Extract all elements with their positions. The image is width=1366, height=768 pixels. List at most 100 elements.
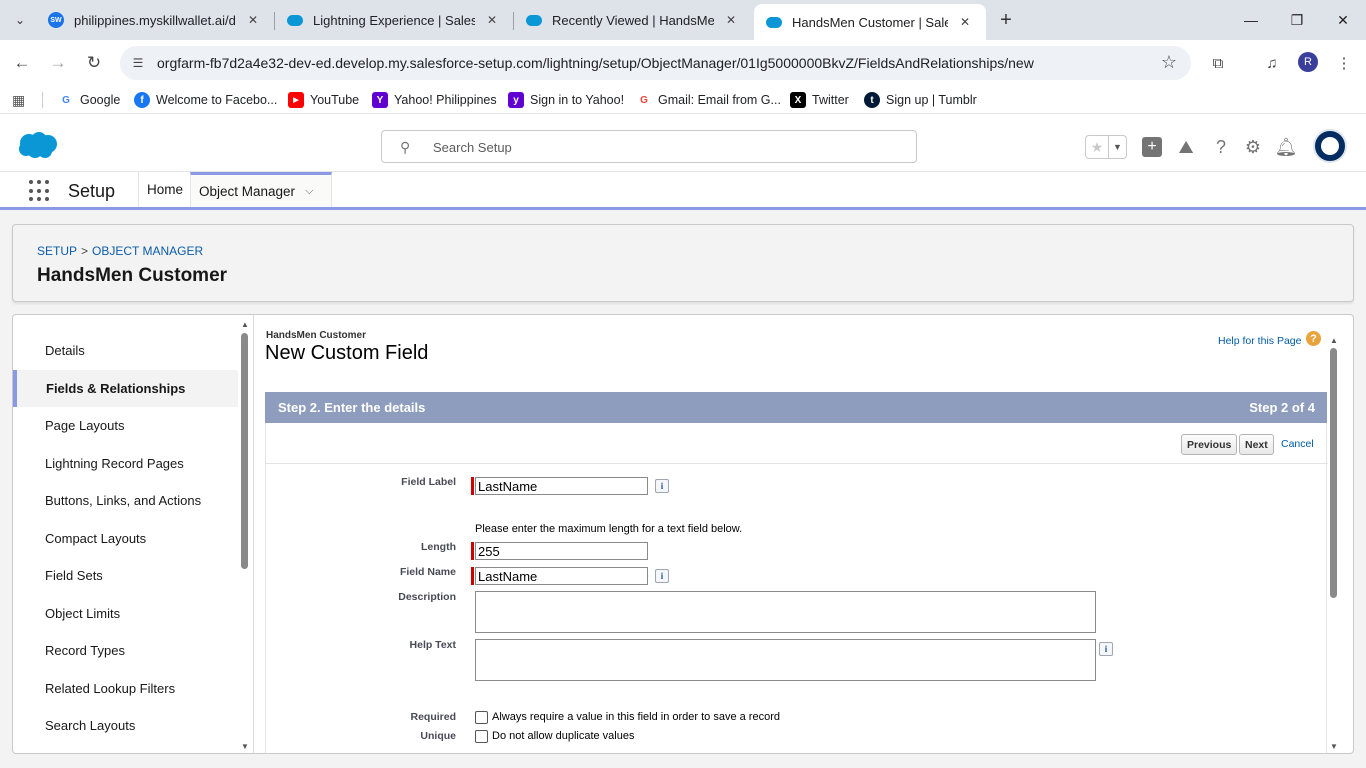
page-title: New Custom Field	[265, 342, 429, 364]
bookmark-facebook[interactable]: f Welcome to Facebo...	[134, 90, 277, 110]
favorites-dropdown-icon[interactable]: ▼	[1108, 136, 1126, 158]
restore-icon[interactable]: ❐	[1274, 0, 1320, 40]
nav-tab-object-manager[interactable]: Object Manager ⌵	[190, 172, 332, 207]
scroll-up-icon[interactable]: ▲	[239, 319, 251, 329]
window-close-icon[interactable]: ✕	[1320, 0, 1366, 40]
sidebar-item-search-layouts[interactable]: Search Layouts	[13, 707, 238, 744]
sidebar-item-related-lookup-filters[interactable]: Related Lookup Filters	[13, 670, 238, 707]
sidebar-item-lightning-record-pages[interactable]: Lightning Record Pages	[13, 445, 238, 482]
back-icon[interactable]: ←	[7, 48, 37, 78]
sidebar-item-buttons-links-actions[interactable]: Buttons, Links, and Actions	[13, 482, 238, 519]
skillwallet-favicon-icon: SW	[48, 12, 64, 28]
nav-tab-home[interactable]: Home	[138, 172, 191, 207]
step-title: Step 2. Enter the details	[278, 400, 426, 415]
url-text[interactable]: orgfarm-fb7d2a4e32-dev-ed.develop.my.sal…	[157, 55, 1034, 71]
tab-close-icon[interactable]: ✕	[244, 11, 262, 29]
sidebar-scrollbar[interactable]	[241, 333, 248, 569]
bookmark-star-icon[interactable]: ☆	[1161, 52, 1177, 73]
object-label: HandsMen Customer	[266, 330, 367, 341]
description-textarea[interactable]	[475, 591, 1096, 633]
new-tab-icon[interactable]: +	[994, 8, 1018, 32]
bookmark-yahoo-ph[interactable]: Y Yahoo! Philippines	[372, 90, 497, 110]
setup-search-box[interactable]: ⚲	[381, 130, 917, 163]
required-checkbox[interactable]	[475, 711, 488, 724]
reload-icon[interactable]: ↻	[79, 48, 109, 78]
browser-menu-icon[interactable]: ⋮	[1331, 50, 1357, 76]
browser-tab[interactable]: Lightning Experience | Salesforce ✕	[275, 0, 513, 40]
info-icon[interactable]: i	[655, 569, 669, 583]
help-icon[interactable]: ?	[1209, 136, 1233, 158]
field-label-input[interactable]	[475, 477, 648, 495]
profile-avatar[interactable]: R	[1298, 52, 1318, 72]
favorites-star-icon[interactable]: ★	[1086, 136, 1108, 158]
unique-checkbox[interactable]	[475, 730, 488, 743]
main-scrollbar[interactable]	[1330, 348, 1337, 598]
sidebar-item-label: Fields & Relationships	[46, 381, 186, 396]
forward-icon[interactable]: →	[43, 48, 73, 78]
user-avatar[interactable]	[1313, 129, 1347, 163]
sidebar-item-label: Details	[45, 343, 85, 358]
next-button[interactable]: Next	[1239, 434, 1274, 455]
minimize-icon[interactable]: —	[1228, 0, 1274, 40]
help-text-textarea[interactable]	[475, 639, 1096, 681]
sidebar-item-label: Field Sets	[45, 568, 103, 583]
sidebar-item-compact-layouts[interactable]: Compact Layouts	[13, 520, 238, 557]
bookmark-tumblr[interactable]: t Sign up | Tumblr	[864, 90, 977, 110]
sidebar-item-label: Buttons, Links, and Actions	[45, 493, 202, 508]
chevron-down-icon[interactable]: ⌵	[305, 185, 313, 198]
browser-tab[interactable]: SW philippines.myskillwallet.ai/dash ✕	[36, 0, 274, 40]
scroll-up-icon[interactable]: ▲	[1328, 335, 1340, 345]
favorites-group[interactable]: ★ ▼	[1085, 135, 1127, 159]
previous-button[interactable]: Previous	[1181, 434, 1238, 455]
sidebar-item-details[interactable]: Details	[13, 332, 238, 369]
browser-tab-active[interactable]: HandsMen Customer | Salesforce ✕	[754, 4, 986, 40]
length-label: Length	[421, 541, 456, 553]
sidebar-item-page-layouts[interactable]: Page Layouts	[13, 407, 238, 444]
extensions-icon[interactable]: ⧉	[1205, 50, 1231, 76]
tab-search-chevron-icon[interactable]: ⌄	[8, 8, 32, 32]
tab-close-icon[interactable]: ✕	[722, 11, 740, 29]
main-content-panel: HandsMen Customer New Custom Field Help …	[253, 314, 1354, 754]
apps-grid-icon[interactable]: ▦	[12, 90, 25, 110]
scroll-down-icon[interactable]: ▼	[1328, 741, 1340, 751]
facebook-icon: f	[134, 92, 150, 108]
bookmark-yahoo-signin[interactable]: y Sign in to Yahoo!	[508, 90, 624, 110]
salesforce-logo-icon[interactable]	[17, 131, 59, 160]
bookmark-gmail[interactable]: G Gmail: Email from G...	[636, 90, 781, 110]
scroll-down-icon[interactable]: ▼	[239, 741, 251, 751]
trailhead-guidance-icon[interactable]: ⛰	[1174, 136, 1198, 158]
breadcrumb-setup-link[interactable]: SETUP	[37, 244, 77, 258]
bookmark-twitter[interactable]: X Twitter	[790, 90, 849, 110]
sidebar-item-field-sets[interactable]: Field Sets	[13, 557, 238, 594]
search-icon: ⚲	[400, 139, 411, 155]
info-icon[interactable]: i	[655, 479, 669, 493]
browser-tab[interactable]: Recently Viewed | HandsMen Cu ✕	[514, 0, 752, 40]
field-name-input[interactable]	[475, 567, 648, 585]
site-info-icon[interactable]: ☰	[128, 53, 148, 73]
bookmark-google[interactable]: G Google	[58, 90, 120, 110]
notifications-bell-icon[interactable]: 🔔︎	[1274, 136, 1298, 158]
global-header: ⚲ ★ ▼ + ⛰ ? ⚙ 🔔︎	[0, 121, 1366, 172]
sidebar-item-record-types[interactable]: Record Types	[13, 632, 238, 669]
tab-close-icon[interactable]: ✕	[956, 13, 974, 31]
media-controls-icon[interactable]: ♫	[1259, 50, 1285, 76]
breadcrumb-object-manager-link[interactable]: OBJECT MANAGER	[92, 244, 203, 258]
global-actions-icon[interactable]: +	[1140, 136, 1164, 158]
sidebar-item-fields-relationships[interactable]: Fields & Relationships	[13, 370, 238, 407]
cancel-link[interactable]: Cancel	[1281, 438, 1314, 450]
sidebar-item-object-limits[interactable]: Object Limits	[13, 595, 238, 632]
setup-gear-icon[interactable]: ⚙	[1241, 136, 1265, 158]
help-for-page-link[interactable]: Help for this Page	[1218, 335, 1301, 347]
address-bar[interactable]: ☰ orgfarm-fb7d2a4e32-dev-ed.develop.my.s…	[120, 46, 1191, 80]
unique-label: Unique	[420, 730, 456, 742]
app-launcher-icon[interactable]	[29, 180, 51, 202]
sidebar-item-label: Related Lookup Filters	[45, 681, 176, 696]
setup-search-input[interactable]	[433, 137, 893, 157]
sidebar-item-label: Object Limits	[45, 606, 121, 621]
sidebar-item-label: Compact Layouts	[45, 531, 147, 546]
bookmark-youtube[interactable]: ▶ YouTube	[288, 90, 359, 110]
tab-close-icon[interactable]: ✕	[483, 11, 501, 29]
help-question-icon[interactable]: ?	[1306, 331, 1321, 346]
length-input[interactable]	[475, 542, 648, 560]
info-icon[interactable]: i	[1099, 642, 1113, 656]
